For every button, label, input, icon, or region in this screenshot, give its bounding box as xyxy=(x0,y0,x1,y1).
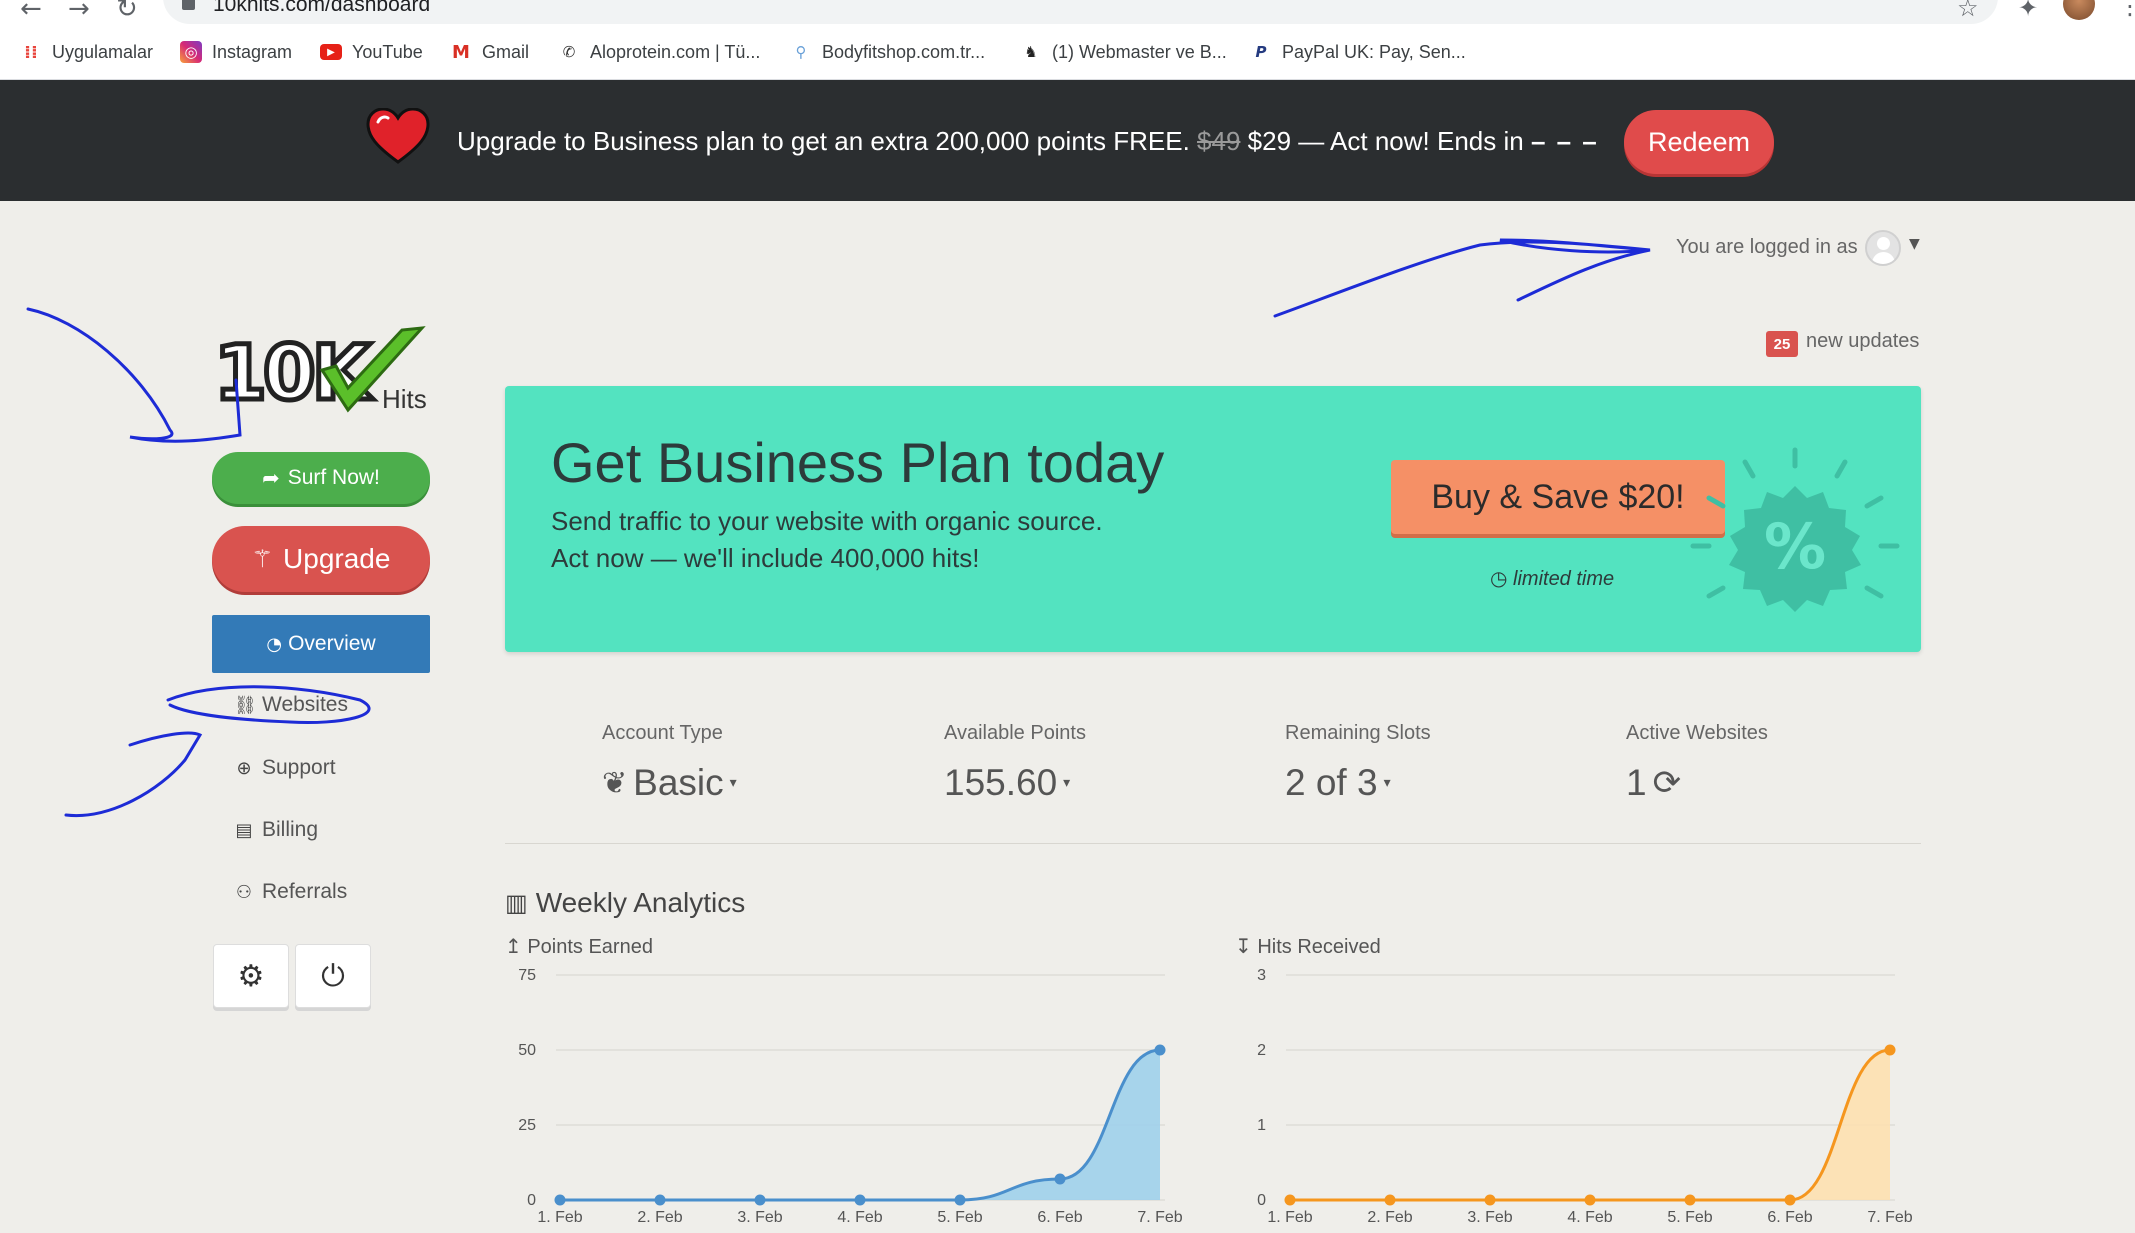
annotation-scribbles xyxy=(26,238,1651,818)
